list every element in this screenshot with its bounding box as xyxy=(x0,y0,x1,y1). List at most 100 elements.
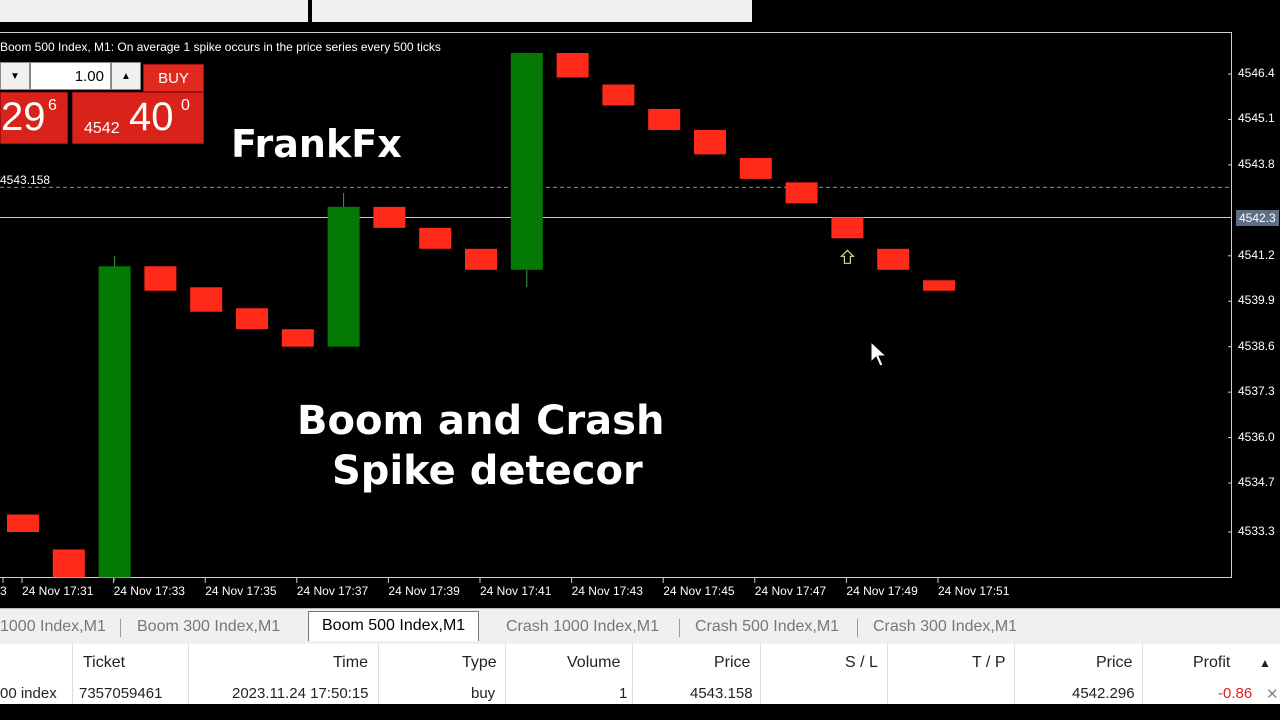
chevron-down-icon: ▼ xyxy=(10,70,20,82)
price-axis-label: 4537.3 xyxy=(1238,384,1275,399)
candle-body xyxy=(877,248,910,270)
price-axis-label: 4533.3 xyxy=(1238,524,1275,538)
tab-crash-500[interactable]: Crash 500 Index,M1 xyxy=(695,614,839,640)
column-divider xyxy=(1014,644,1015,704)
candle-body xyxy=(465,248,497,270)
candle-body xyxy=(648,108,681,130)
time-axis-label: 3 xyxy=(0,584,7,598)
cell-volume: 1 xyxy=(619,685,628,702)
candle-body xyxy=(739,157,772,179)
close-icon[interactable]: ✕ xyxy=(1266,685,1279,703)
price-axis-label: 4534.7 xyxy=(1238,475,1275,490)
cell-type: buy xyxy=(471,685,496,702)
brand-text: FrankFx xyxy=(231,122,402,166)
up-arrow-icon xyxy=(839,249,855,264)
time-axis-label: 24 Nov 17:37 xyxy=(296,584,369,598)
sell-price-big: 29 xyxy=(1,95,46,139)
reference-price-label: 4543.158 xyxy=(0,173,51,187)
tab-boom-500[interactable]: Boom 500 Index,M1 xyxy=(308,611,480,641)
column-divider xyxy=(632,644,633,704)
volume-increase-button[interactable]: ▲ xyxy=(111,62,141,90)
cell-ticket: 7357059461 xyxy=(79,685,163,702)
column-divider xyxy=(378,644,379,704)
candle-body xyxy=(52,549,85,578)
bottom-bar xyxy=(0,704,1280,720)
candle-body xyxy=(694,129,726,155)
candle-body xyxy=(190,287,223,312)
time-axis-label: 24 Nov 17:45 xyxy=(663,584,735,598)
header-price[interactable]: Price xyxy=(714,654,750,672)
cell-profit: -0.86 xyxy=(1218,685,1253,702)
chevron-up-icon: ▲ xyxy=(121,70,131,82)
chart-title: Boom 500 Index, M1: On average 1 spike o… xyxy=(0,40,441,54)
trade-table: Ticket Time Type Volume Price S / L T / … xyxy=(0,644,1280,704)
headline-line-2: Spike detecor xyxy=(332,448,643,494)
sort-up-icon[interactable]: ▲ xyxy=(1259,656,1271,670)
header-tp[interactable]: T / P xyxy=(972,654,1006,672)
chart-tabs: 1000 Index,M1 Boom 300 Index,M1 Boom 500… xyxy=(0,608,1280,644)
column-divider xyxy=(188,644,189,704)
time-axis-label: 24 Nov 17:39 xyxy=(388,584,460,598)
price-axis-label: 4545.1 xyxy=(1238,111,1275,126)
tab-separator xyxy=(120,619,121,637)
candle-body xyxy=(923,280,955,291)
tab-separator xyxy=(679,619,680,637)
cell-current-price: 4542.296 xyxy=(1072,685,1135,702)
header-volume[interactable]: Volume xyxy=(567,654,620,672)
column-divider xyxy=(887,644,888,704)
buy-price-button[interactable]: 4542 40 0 xyxy=(72,92,204,144)
candle-body xyxy=(98,266,131,578)
candle-body xyxy=(327,206,360,347)
cell-time: 2023.11.24 17:50:15 xyxy=(232,685,369,702)
time-axis-label: 24 Nov 17:33 xyxy=(113,584,185,598)
current-price-label: 4542.3 xyxy=(1236,210,1279,226)
sell-price-sup: 6 xyxy=(48,97,57,114)
sell-price-button[interactable]: 29 6 xyxy=(0,92,68,144)
column-divider xyxy=(72,644,73,704)
time-axis-label: 24 Nov 17:47 xyxy=(754,584,827,598)
price-axis-label: 4543.8 xyxy=(1238,156,1275,171)
tab-separator xyxy=(857,619,858,637)
time-axis-label: 24 Nov 17:31 xyxy=(22,584,94,598)
candle-body xyxy=(556,53,589,78)
time-axis-label: 24 Nov 17:51 xyxy=(938,584,1010,598)
header-type[interactable]: Type xyxy=(462,654,497,672)
candle-body xyxy=(144,266,177,291)
header-ticket[interactable]: Ticket xyxy=(83,654,125,672)
buy-price-small: 4542 xyxy=(84,120,120,137)
volume-input[interactable]: 1.00 xyxy=(30,62,111,90)
cell-price: 4543.158 xyxy=(690,685,753,702)
buy-price-big: 40 xyxy=(129,95,174,139)
column-divider xyxy=(1142,644,1143,704)
price-axis-label: 4541.2 xyxy=(1238,247,1275,262)
buy-price-sup: 0 xyxy=(181,97,190,114)
candle-body xyxy=(602,84,635,106)
price-axis-label: 4536.0 xyxy=(1238,429,1275,444)
tab-boom-300[interactable]: Boom 300 Index,M1 xyxy=(137,614,280,640)
candle-body xyxy=(236,308,268,330)
price-axis-label: 4539.9 xyxy=(1238,293,1275,308)
header-profit[interactable]: Profit xyxy=(1193,654,1230,672)
candle-body xyxy=(785,182,818,204)
candle-body xyxy=(373,206,406,228)
header-time[interactable]: Time xyxy=(333,654,368,672)
candle-body xyxy=(7,514,39,532)
column-divider xyxy=(505,644,506,704)
cell-symbol: 00 index xyxy=(0,685,57,702)
tab-1000-index[interactable]: 1000 Index,M1 xyxy=(0,614,106,640)
time-axis-label: 24 Nov 17:43 xyxy=(571,584,643,598)
time-axis-label: 24 Nov 17:49 xyxy=(846,584,918,598)
volume-decrease-button[interactable]: ▼ xyxy=(0,62,30,90)
header-current-price[interactable]: Price xyxy=(1096,654,1132,672)
header-sl[interactable]: S / L xyxy=(845,654,878,672)
one-click-trading-panel: ▼ 1.00 ▲ BUY 29 6 4542 40 0 xyxy=(0,62,205,144)
candle-body xyxy=(281,329,314,347)
candle-body xyxy=(419,227,452,249)
tab-crash-300[interactable]: Crash 300 Index,M1 xyxy=(873,614,1017,640)
price-axis-label: 4538.6 xyxy=(1238,338,1275,353)
tab-crash-1000[interactable]: Crash 1000 Index,M1 xyxy=(506,614,659,640)
mouse-cursor-icon xyxy=(870,340,888,367)
price-axis-label: 4546.4 xyxy=(1238,66,1275,80)
column-divider xyxy=(760,644,761,704)
buy-button[interactable]: BUY xyxy=(143,64,204,92)
